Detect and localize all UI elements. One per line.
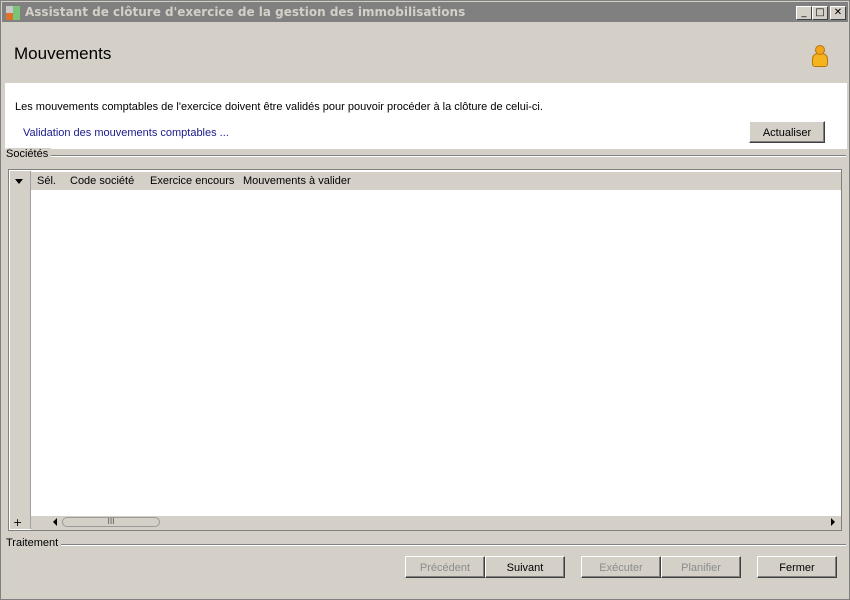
add-row-button[interactable]: + [13, 516, 22, 530]
column-header-exercice-encours[interactable]: Exercice encours [150, 175, 234, 187]
refresh-button[interactable]: Actualiser [749, 121, 825, 143]
societes-divider [49, 155, 846, 157]
column-header-sel[interactable]: Sél. [37, 175, 56, 187]
content-panel: Les mouvements comptables de l'exercice … [5, 83, 847, 149]
window-title: Assistant de clôture d'exercice de la ge… [25, 5, 466, 19]
previous-button[interactable]: Précédent [405, 556, 485, 578]
app-icon [6, 6, 20, 20]
close-window-button[interactable]: ✕ [830, 6, 846, 20]
info-text: Les mouvements comptables de l'exercice … [15, 101, 543, 113]
validation-link[interactable]: Validation des mouvements comptables ... [23, 127, 229, 139]
page-header: Mouvements [5, 23, 847, 83]
minimize-button[interactable]: _ [796, 6, 812, 20]
column-header-mouvements-a-valider[interactable]: Mouvements à valider [243, 175, 351, 187]
execute-button[interactable]: Exécuter [581, 556, 661, 578]
maximize-button[interactable]: □ [812, 6, 828, 20]
scroll-right-arrow-icon[interactable] [831, 518, 835, 526]
close-button[interactable]: Fermer [757, 556, 837, 578]
traitement-divider [61, 544, 846, 546]
scroll-left-arrow-icon[interactable] [53, 518, 57, 526]
wizard-window: Assistant de clôture d'exercice de la ge… [0, 0, 850, 600]
row-indicator-column [10, 171, 31, 529]
grid-footer: + III [13, 516, 841, 530]
next-button[interactable]: Suivant [485, 556, 565, 578]
column-header-code-societe[interactable]: Code société [70, 175, 134, 187]
traitement-group-label: Traitement [6, 537, 62, 549]
column-menu-icon[interactable] [15, 179, 23, 184]
societes-grid[interactable]: Sél. Code société Exercice encours Mouve… [8, 169, 842, 531]
schedule-button[interactable]: Planifier [661, 556, 741, 578]
page-title: Mouvements [14, 44, 112, 63]
societes-group-label: Sociétés [6, 148, 52, 160]
horizontal-scrollbar-thumb[interactable]: III [62, 517, 160, 527]
user-icon [811, 45, 828, 67]
title-bar[interactable]: Assistant de clôture d'exercice de la ge… [2, 2, 848, 22]
grid-header: Sél. Code société Exercice encours Mouve… [31, 172, 841, 190]
